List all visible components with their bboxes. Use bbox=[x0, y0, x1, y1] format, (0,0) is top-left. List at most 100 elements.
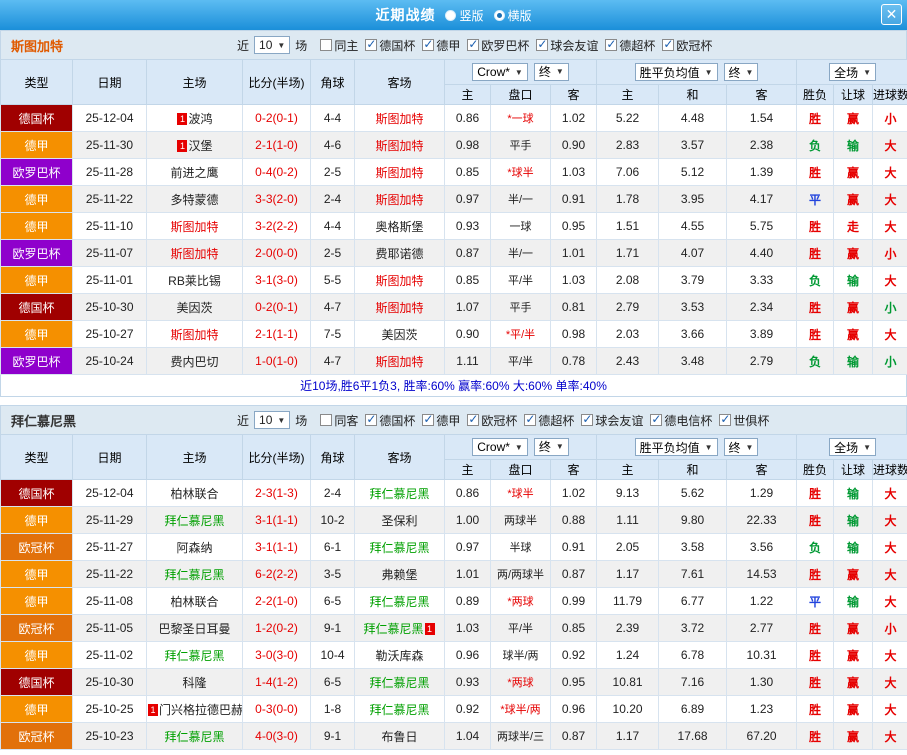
avg-home: 2.79 bbox=[597, 294, 659, 321]
avg-select[interactable]: 胜平负均值▼ bbox=[635, 63, 718, 81]
result-wdl: 胜 bbox=[797, 240, 834, 267]
filter-同主[interactable]: 同主 bbox=[320, 37, 358, 54]
result-goals: 大 bbox=[873, 321, 907, 348]
odds-final-select[interactable]: 终▼ bbox=[534, 63, 569, 81]
section-gap bbox=[0, 397, 907, 405]
results-table: 类型日期主场比分(半场)角球客场Crow*▼终▼胜平负均值▼终▼全场▼主盘口客主… bbox=[0, 59, 907, 375]
filter-label: 德甲 bbox=[436, 37, 460, 54]
checkbox-checked-icon[interactable] bbox=[581, 414, 593, 426]
checkbox-checked-icon[interactable] bbox=[467, 414, 479, 426]
odds-source-select[interactable]: Crow*▼ bbox=[472, 438, 528, 456]
league-type-badge: 欧冠杯 bbox=[1, 723, 73, 750]
result-wdl: 胜 bbox=[797, 642, 834, 669]
filter-德甲[interactable]: 德甲 bbox=[422, 37, 460, 54]
filter-德国杯[interactable]: 德国杯 bbox=[365, 412, 415, 429]
result-handicap: 赢 bbox=[834, 240, 873, 267]
subcol-header: 和 bbox=[659, 460, 727, 480]
odds-away: 1.03 bbox=[551, 159, 597, 186]
radio-horizontal[interactable]: 横版 bbox=[494, 7, 532, 24]
filter-德甲[interactable]: 德甲 bbox=[422, 412, 460, 429]
close-button[interactable]: ✕ bbox=[881, 4, 902, 25]
avg-select[interactable]: 胜平负均值▼ bbox=[635, 438, 718, 456]
odds-final-select[interactable]: 终▼ bbox=[534, 438, 569, 456]
avg-away: 10.31 bbox=[727, 642, 797, 669]
result-goals: 大 bbox=[873, 723, 907, 750]
recent-count-select[interactable]: 10▼ bbox=[254, 36, 290, 54]
away-team: 弗赖堡 bbox=[355, 561, 445, 588]
filter-德超杯[interactable]: 德超杯 bbox=[524, 412, 574, 429]
result-handicap: 输 bbox=[834, 507, 873, 534]
subcol-header: 客 bbox=[727, 85, 797, 105]
sections-container: 斯图加特近10▼场同主德国杯德甲欧罗巴杯球会友谊德超杯欧冠杯类型日期主场比分(半… bbox=[0, 30, 907, 750]
away-team-name: 拜仁慕尼黑 bbox=[369, 541, 429, 555]
recent-count-select-value: 10 bbox=[259, 38, 272, 52]
match-score: 2-2(1-0) bbox=[243, 588, 311, 615]
match-score: 0-2(0-1) bbox=[243, 294, 311, 321]
match-date: 25-10-27 bbox=[73, 321, 147, 348]
avg-final-select[interactable]: 终▼ bbox=[724, 438, 759, 456]
col-header: 角球 bbox=[311, 435, 355, 480]
odds-away: 0.81 bbox=[551, 294, 597, 321]
odds-source-select[interactable]: Crow*▼ bbox=[472, 63, 528, 81]
filter-德超杯[interactable]: 德超杯 bbox=[605, 37, 655, 54]
odds-away: 0.91 bbox=[551, 186, 597, 213]
checkbox-checked-icon[interactable] bbox=[365, 39, 377, 51]
home-team: 拜仁慕尼黑 bbox=[147, 642, 243, 669]
checkbox-checked-icon[interactable] bbox=[536, 39, 548, 51]
away-team: 费耶诺德 bbox=[355, 240, 445, 267]
checkbox-checked-icon[interactable] bbox=[365, 414, 377, 426]
filter-球会友谊[interactable]: 球会友谊 bbox=[536, 37, 598, 54]
recent-count-select[interactable]: 10▼ bbox=[254, 411, 290, 429]
avg-away: 1.39 bbox=[727, 159, 797, 186]
section-header: 拜仁慕尼黑近10▼场同客德国杯德甲欧冠杯德超杯球会友谊德电信杯世俱杯 bbox=[0, 405, 907, 434]
checkbox-checked-icon[interactable] bbox=[524, 414, 536, 426]
col-header: 角球 bbox=[311, 60, 355, 105]
filter-欧冠杯[interactable]: 欧冠杯 bbox=[662, 37, 712, 54]
filter-球会友谊[interactable]: 球会友谊 bbox=[581, 412, 643, 429]
result-wdl: 胜 bbox=[797, 669, 834, 696]
checkbox-checked-icon[interactable] bbox=[422, 414, 434, 426]
checkbox-checked-icon[interactable] bbox=[467, 39, 479, 51]
avg-away: 5.75 bbox=[727, 213, 797, 240]
radio-vertical[interactable]: 竖版 bbox=[445, 7, 483, 24]
filter-德电信杯[interactable]: 德电信杯 bbox=[650, 412, 712, 429]
avg-home: 2.08 bbox=[597, 267, 659, 294]
scope-select[interactable]: 全场▼ bbox=[829, 438, 876, 456]
away-team-name: 费耶诺德 bbox=[375, 247, 423, 261]
filter-同客[interactable]: 同客 bbox=[320, 412, 358, 429]
away-team: 斯图加特 bbox=[355, 294, 445, 321]
match-score: 6-2(2-2) bbox=[243, 561, 311, 588]
avg-draw: 7.16 bbox=[659, 669, 727, 696]
corners: 5-5 bbox=[311, 267, 355, 294]
match-score: 1-0(1-0) bbox=[243, 348, 311, 375]
odds-away: 0.98 bbox=[551, 321, 597, 348]
away-team-name: 美因茨 bbox=[381, 328, 417, 342]
checkbox-checked-icon[interactable] bbox=[422, 39, 434, 51]
avg-home: 1.17 bbox=[597, 561, 659, 588]
result-handicap: 赢 bbox=[834, 105, 873, 132]
away-team: 勒沃库森 bbox=[355, 642, 445, 669]
scope-select[interactable]: 全场▼ bbox=[829, 63, 876, 81]
match-score: 4-0(3-0) bbox=[243, 723, 311, 750]
avg-draw: 3.53 bbox=[659, 294, 727, 321]
filter-欧冠杯[interactable]: 欧冠杯 bbox=[467, 412, 517, 429]
checkbox-checked-icon[interactable] bbox=[662, 39, 674, 51]
avg-away: 1.22 bbox=[727, 588, 797, 615]
filter-世俱杯[interactable]: 世俱杯 bbox=[719, 412, 769, 429]
checkbox-checked-icon[interactable] bbox=[605, 39, 617, 51]
avg-final-select[interactable]: 终▼ bbox=[724, 63, 759, 81]
checkbox-unchecked-icon[interactable] bbox=[320, 39, 332, 51]
checkbox-checked-icon[interactable] bbox=[650, 414, 662, 426]
table-row: 欧罗巴杯25-10-24费内巴切1-0(1-0)4-7斯图加特1.11平/半0.… bbox=[1, 348, 907, 375]
filter-欧罗巴杯[interactable]: 欧罗巴杯 bbox=[467, 37, 529, 54]
result-wdl: 胜 bbox=[797, 159, 834, 186]
corners: 6-5 bbox=[311, 588, 355, 615]
games-label: 场 bbox=[295, 37, 307, 54]
filter-德国杯[interactable]: 德国杯 bbox=[365, 37, 415, 54]
subcol-header: 进球数 bbox=[873, 85, 907, 105]
col-header-group: 全场▼ bbox=[797, 435, 907, 460]
checkbox-unchecked-icon[interactable] bbox=[320, 414, 332, 426]
match-date: 25-10-24 bbox=[73, 348, 147, 375]
checkbox-checked-icon[interactable] bbox=[719, 414, 731, 426]
odds-away: 1.02 bbox=[551, 105, 597, 132]
